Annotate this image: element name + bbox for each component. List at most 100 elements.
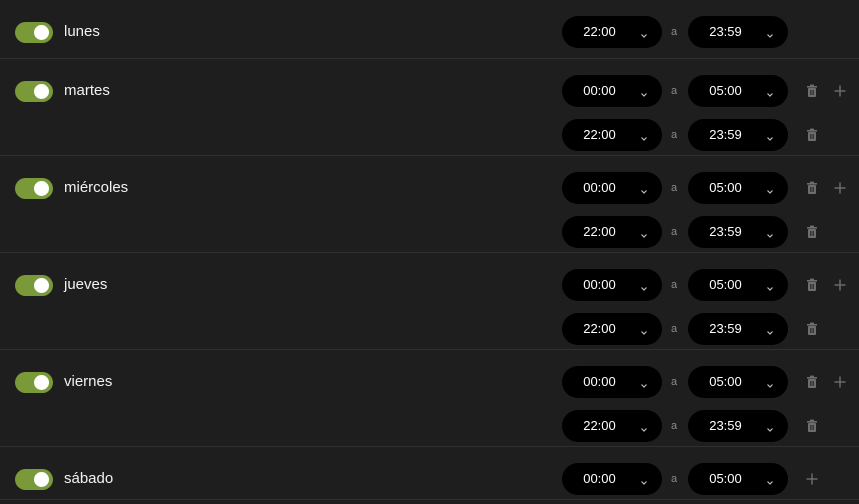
end-time-select[interactable]: 23:59 <box>688 216 788 248</box>
start-time-value: 00:00 <box>583 471 616 486</box>
range-separator: a <box>671 279 678 291</box>
start-time-select[interactable]: 22:00 <box>562 410 662 442</box>
add-slot-plus-icon[interactable] <box>832 83 848 99</box>
day-row: viernes 00:00 05:00 a 22:00 23:59 a <box>0 350 859 447</box>
end-time-value: 23:59 <box>709 127 742 142</box>
delete-slot-trash-icon[interactable] <box>804 224 820 240</box>
chevron-down-icon <box>766 377 774 388</box>
end-time-value: 05:00 <box>709 277 742 292</box>
time-slot: 22:00 23:59 a <box>0 313 859 345</box>
range-separator: a <box>671 376 678 388</box>
chevron-down-icon <box>766 183 774 194</box>
time-slot: 22:00 23:59 a <box>0 16 859 48</box>
delete-slot-trash-icon[interactable] <box>804 277 820 293</box>
chevron-down-icon <box>640 377 648 388</box>
day-row: sábado 00:00 05:00 a <box>0 447 859 500</box>
delete-slot-trash-icon[interactable] <box>804 418 820 434</box>
time-slot: 22:00 23:59 a <box>0 216 859 248</box>
time-slot: 00:00 05:00 a <box>0 463 859 495</box>
end-time-value: 23:59 <box>709 224 742 239</box>
end-time-value: 05:00 <box>709 83 742 98</box>
range-separator: a <box>671 85 678 97</box>
time-slot: 22:00 23:59 a <box>0 119 859 151</box>
range-separator: a <box>671 129 678 141</box>
time-slot: 00:00 05:00 a <box>0 75 859 107</box>
start-time-select[interactable]: 00:00 <box>562 75 662 107</box>
chevron-down-icon <box>766 227 774 238</box>
start-time-value: 22:00 <box>583 127 616 142</box>
chevron-down-icon <box>640 27 648 38</box>
end-time-select[interactable]: 05:00 <box>688 366 788 398</box>
end-time-value: 05:00 <box>709 180 742 195</box>
end-time-value: 23:59 <box>709 418 742 433</box>
add-slot-plus-icon[interactable] <box>832 180 848 196</box>
start-time-select[interactable]: 00:00 <box>562 463 662 495</box>
chevron-down-icon <box>640 227 648 238</box>
day-row: lunes 22:00 23:59 a <box>0 0 859 59</box>
add-slot-plus-icon[interactable] <box>832 374 848 390</box>
start-time-select[interactable]: 00:00 <box>562 172 662 204</box>
range-separator: a <box>671 182 678 194</box>
range-separator: a <box>671 473 678 485</box>
chevron-down-icon <box>640 130 648 141</box>
chevron-down-icon <box>766 421 774 432</box>
chevron-down-icon <box>766 130 774 141</box>
end-time-select[interactable]: 23:59 <box>688 410 788 442</box>
chevron-down-icon <box>766 280 774 291</box>
chevron-down-icon <box>766 324 774 335</box>
end-time-value: 23:59 <box>709 321 742 336</box>
delete-slot-trash-icon[interactable] <box>804 180 820 196</box>
start-time-value: 22:00 <box>583 418 616 433</box>
time-slot: 00:00 05:00 a <box>0 172 859 204</box>
start-time-select[interactable]: 22:00 <box>562 313 662 345</box>
delete-slot-trash-icon[interactable] <box>804 127 820 143</box>
start-time-select[interactable]: 22:00 <box>562 16 662 48</box>
chevron-down-icon <box>640 280 648 291</box>
day-row: miércoles 00:00 05:00 a 22:00 23:59 a <box>0 156 859 253</box>
delete-slot-trash-icon[interactable] <box>804 321 820 337</box>
start-time-select[interactable]: 22:00 <box>562 216 662 248</box>
start-time-select[interactable]: 22:00 <box>562 119 662 151</box>
start-time-value: 22:00 <box>583 321 616 336</box>
time-slot: 22:00 23:59 a <box>0 410 859 442</box>
start-time-value: 00:00 <box>583 374 616 389</box>
chevron-down-icon <box>640 474 648 485</box>
day-row: martes 00:00 05:00 a 22:00 23:59 a <box>0 59 859 156</box>
end-time-select[interactable]: 05:00 <box>688 75 788 107</box>
day-row: jueves 00:00 05:00 a 22:00 23:59 a <box>0 253 859 350</box>
delete-slot-trash-icon[interactable] <box>804 374 820 390</box>
end-time-select[interactable]: 05:00 <box>688 269 788 301</box>
start-time-value: 00:00 <box>583 277 616 292</box>
start-time-value: 00:00 <box>583 180 616 195</box>
chevron-down-icon <box>640 421 648 432</box>
end-time-value: 05:00 <box>709 374 742 389</box>
time-slot: 00:00 05:00 a <box>0 269 859 301</box>
weekly-schedule: lunes 22:00 23:59 a martes 00:00 05:00 a 22:00 23… <box>0 0 859 504</box>
end-time-select[interactable]: 23:59 <box>688 119 788 151</box>
start-time-value: 00:00 <box>583 83 616 98</box>
start-time-select[interactable]: 00:00 <box>562 366 662 398</box>
range-separator: a <box>671 420 678 432</box>
start-time-value: 22:00 <box>583 24 616 39</box>
chevron-down-icon <box>766 474 774 485</box>
chevron-down-icon <box>640 183 648 194</box>
end-time-select[interactable]: 23:59 <box>688 16 788 48</box>
end-time-value: 05:00 <box>709 471 742 486</box>
range-separator: a <box>671 226 678 238</box>
range-separator: a <box>671 26 678 38</box>
end-time-select[interactable]: 05:00 <box>688 172 788 204</box>
start-time-select[interactable]: 00:00 <box>562 269 662 301</box>
end-time-value: 23:59 <box>709 24 742 39</box>
chevron-down-icon <box>766 27 774 38</box>
chevron-down-icon <box>640 86 648 97</box>
range-separator: a <box>671 323 678 335</box>
add-slot-plus-icon[interactable] <box>832 277 848 293</box>
end-time-select[interactable]: 05:00 <box>688 463 788 495</box>
add-slot-plus-icon[interactable] <box>804 471 820 487</box>
chevron-down-icon <box>640 324 648 335</box>
time-slot: 00:00 05:00 a <box>0 366 859 398</box>
end-time-select[interactable]: 23:59 <box>688 313 788 345</box>
chevron-down-icon <box>766 86 774 97</box>
delete-slot-trash-icon[interactable] <box>804 83 820 99</box>
start-time-value: 22:00 <box>583 224 616 239</box>
